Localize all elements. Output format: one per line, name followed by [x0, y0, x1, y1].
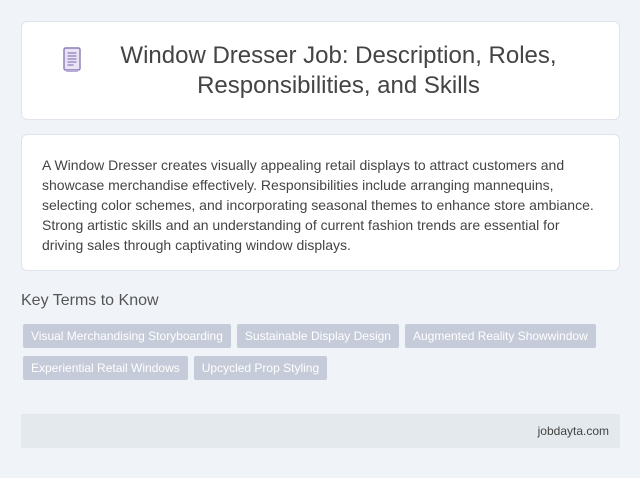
title-card: Window Dresser Job: Description, Roles, …	[21, 21, 620, 120]
footer: jobdayta.com	[21, 414, 620, 448]
key-term-tag[interactable]: Augmented Reality Showwindow	[404, 324, 596, 348]
key-term-tag[interactable]: Upcycled Prop Styling	[193, 356, 328, 380]
key-terms-heading: Key Terms to Know	[21, 292, 159, 309]
key-term-tag[interactable]: Sustainable Display Design	[236, 324, 399, 348]
page-title: Window Dresser Job: Description, Roles, …	[120, 41, 557, 99]
job-description: A Window Dresser creates visually appeal…	[42, 157, 594, 253]
description-card: A Window Dresser creates visually appeal…	[21, 134, 620, 271]
key-term-tag[interactable]: Experiential Retail Windows	[23, 356, 188, 380]
page: Window Dresser Job: Description, Roles, …	[0, 0, 640, 478]
footer-source: jobdayta.com	[537, 424, 609, 438]
document-icon	[62, 46, 81, 72]
key-terms-tags: Visual Merchandising Storyboarding Susta…	[23, 324, 613, 388]
title-wrap: Window Dresser Job: Description, Roles, …	[61, 41, 581, 101]
key-term-tag[interactable]: Visual Merchandising Storyboarding	[23, 324, 231, 348]
